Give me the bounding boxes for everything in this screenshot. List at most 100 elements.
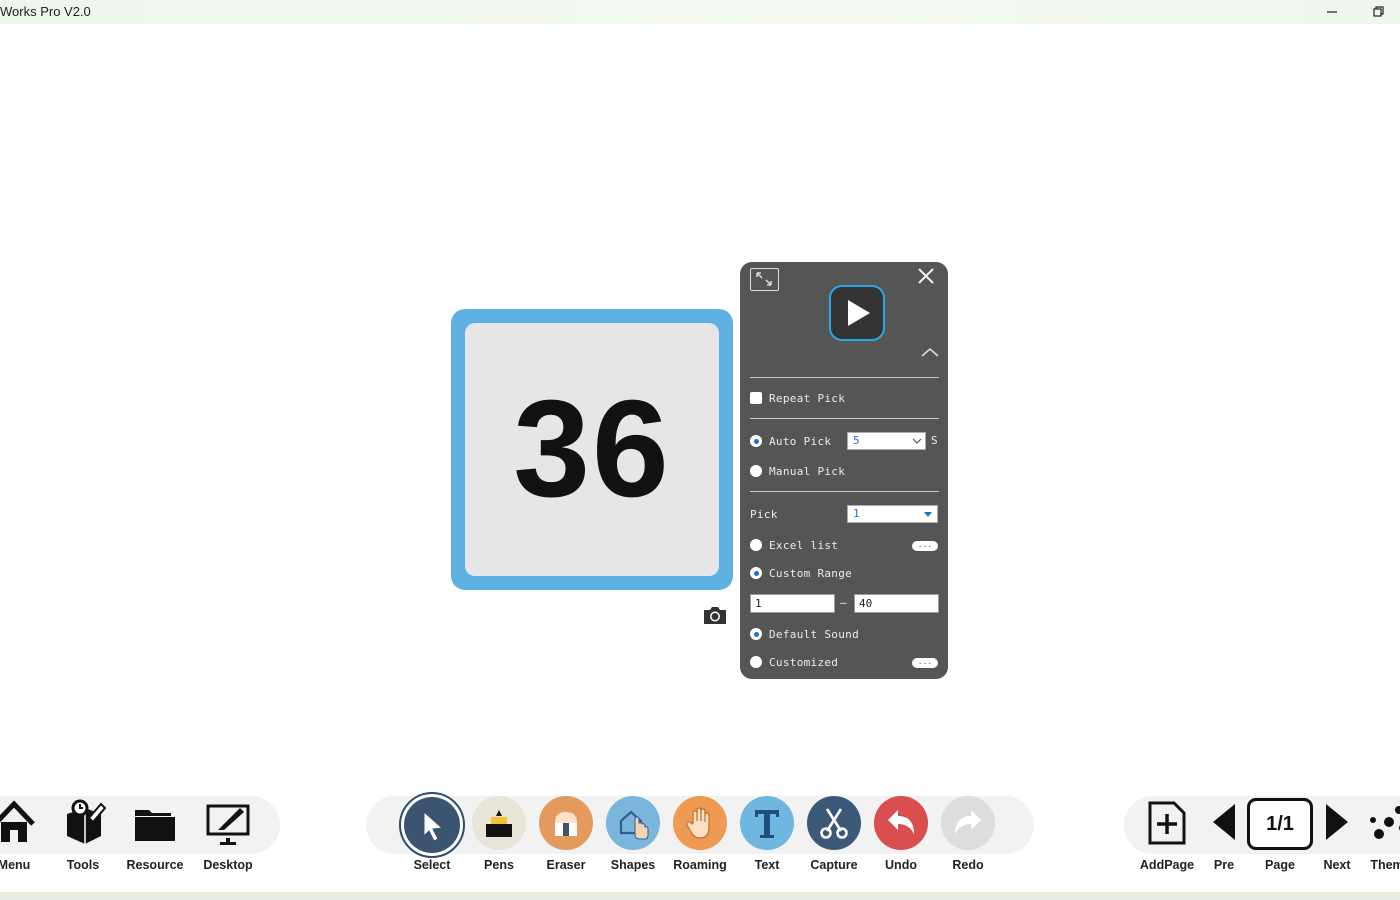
default-sound-label: Default Sound	[769, 627, 859, 641]
expand-button[interactable]	[750, 268, 779, 291]
redo-button[interactable]: Redo	[933, 796, 1003, 876]
manual-pick-radio[interactable]: Manual Pick	[750, 463, 845, 479]
resource-button[interactable]: Resource	[120, 796, 190, 876]
text-icon	[755, 810, 779, 838]
bottom-strip	[0, 892, 1400, 900]
tools-button[interactable]: Tools	[48, 796, 118, 876]
undo-tool-circle	[874, 796, 928, 850]
toolbox-icon	[67, 799, 107, 844]
select-tool-button[interactable]: Select	[397, 792, 467, 876]
pick-label: Pick	[750, 507, 778, 521]
pens-tool-circle	[472, 796, 526, 850]
repeat-pick-checkbox[interactable]: Repeat Pick	[750, 390, 845, 406]
redo-icon	[955, 810, 981, 834]
menu-label: Menu	[0, 858, 31, 872]
pens-tool-button[interactable]: Pens	[464, 796, 534, 876]
undo-button[interactable]: Undo	[866, 796, 936, 876]
undo-label: Undo	[885, 858, 917, 872]
redo-label: Redo	[952, 858, 984, 872]
menu-button[interactable]: Menu	[0, 796, 49, 876]
play-icon	[848, 300, 870, 326]
eraser-label: Eraser	[546, 858, 586, 872]
text-tool-circle	[740, 796, 794, 850]
current-number: 36	[513, 372, 671, 526]
camera-icon	[704, 607, 726, 624]
shapes-tool-circle	[606, 796, 660, 850]
radio-unselected-icon	[750, 656, 762, 668]
play-button[interactable]	[829, 285, 885, 341]
radio-unselected-icon	[750, 539, 762, 551]
collapse-button[interactable]	[920, 345, 940, 359]
pick-count-select[interactable]: 1	[847, 505, 938, 523]
theme-button[interactable]: Them	[1352, 796, 1400, 876]
previous-arrow-icon	[1213, 804, 1235, 840]
eraser-tool-button[interactable]: Eraser	[531, 796, 601, 876]
capture-tool-circle	[807, 796, 861, 850]
select-tool-ring	[399, 792, 465, 858]
text-label: Text	[754, 858, 780, 872]
custom-range-label: Custom Range	[769, 566, 853, 580]
page-counter-value: 1/1	[1266, 812, 1294, 835]
desktop-label: Desktop	[203, 858, 253, 872]
eraser-icon	[555, 812, 577, 836]
customized-sound-radio[interactable]: Customized	[750, 654, 838, 670]
scissors-icon	[820, 808, 848, 839]
desktop-icon	[206, 804, 250, 845]
custom-range-radio[interactable]: Custom Range	[750, 565, 852, 581]
camera-button[interactable]	[702, 603, 728, 627]
roaming-tool-button[interactable]: Roaming	[665, 796, 735, 876]
radio-selected-icon	[750, 628, 762, 640]
add-page-icon	[1148, 801, 1186, 845]
range-separator: –	[840, 596, 847, 609]
radio-selected-icon	[750, 567, 762, 579]
repeat-pick-label: Repeat Pick	[769, 391, 846, 405]
desktop-button[interactable]: Desktop	[193, 796, 263, 876]
checkbox-icon	[750, 392, 762, 404]
minimize-button[interactable]	[1322, 2, 1342, 22]
resource-label: Resource	[126, 858, 184, 872]
expand-icon	[756, 272, 772, 286]
theme-icon	[1370, 806, 1400, 839]
close-button[interactable]	[916, 266, 936, 286]
picker-settings-panel: Repeat Pick Auto Pick 5 S Manual Pick Pi…	[740, 262, 948, 679]
restore-button[interactable]	[1368, 2, 1388, 22]
next-arrow-icon	[1326, 804, 1348, 840]
pen-icon	[486, 810, 512, 837]
range-to-input[interactable]: 40	[854, 594, 939, 613]
pick-count-value: 1	[853, 507, 860, 520]
customized-sound-browse-button[interactable]: ...	[912, 658, 938, 668]
chevron-up-icon	[921, 348, 939, 357]
auto-pick-seconds-select[interactable]: 5	[847, 432, 926, 450]
manual-pick-label: Manual Pick	[769, 464, 846, 478]
shapes-label: Shapes	[610, 858, 656, 872]
dropdown-arrow-icon	[924, 512, 932, 517]
shapes-icon	[619, 810, 649, 840]
radio-selected-icon	[750, 435, 762, 447]
shapes-tool-button[interactable]: Shapes	[598, 796, 668, 876]
number-display: 36	[465, 323, 719, 576]
capture-tool-button[interactable]: Capture	[799, 796, 869, 876]
app-title: Works Pro V2.0	[0, 4, 91, 19]
chevron-down-icon	[912, 438, 922, 444]
undo-icon	[888, 810, 914, 834]
auto-pick-radio[interactable]: Auto Pick	[750, 433, 831, 449]
auto-pick-label: Auto Pick	[769, 434, 832, 448]
divider	[750, 418, 939, 419]
folder-icon	[135, 810, 175, 841]
home-icon	[0, 800, 35, 842]
capture-label: Capture	[810, 858, 858, 872]
title-bar: Works Pro V2.0	[0, 0, 1400, 24]
select-label: Select	[413, 858, 451, 872]
seconds-unit-label: S	[931, 434, 938, 447]
text-tool-button[interactable]: Text	[732, 796, 802, 876]
radio-unselected-icon	[750, 465, 762, 477]
excel-list-radio[interactable]: Excel list	[750, 537, 838, 553]
roaming-label: Roaming	[673, 858, 727, 872]
excel-list-browse-button[interactable]: ...	[912, 541, 938, 551]
divider	[750, 377, 939, 378]
roaming-tool-circle	[673, 796, 727, 850]
default-sound-radio[interactable]: Default Sound	[750, 626, 859, 642]
excel-list-label: Excel list	[769, 538, 839, 552]
range-from-input[interactable]: 1	[750, 594, 835, 613]
tools-label: Tools	[66, 858, 100, 872]
